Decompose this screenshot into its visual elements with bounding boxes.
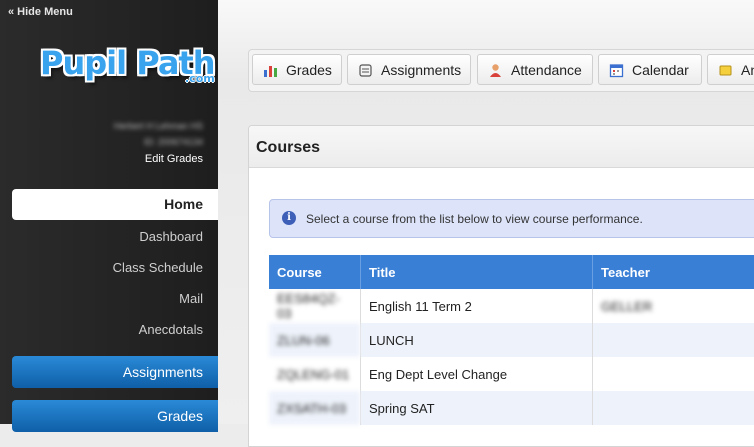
course-title[interactable]: Spring SAT — [361, 391, 593, 425]
nav-anecdotals[interactable]: Anecdotals — [139, 322, 203, 337]
pupilpath-logo[interactable]: Pupil Path .com — [40, 44, 215, 96]
toolbar: Grades Assignments Attendance — [248, 49, 754, 92]
student-school-name: Herbert H Lehman HS — [114, 121, 203, 131]
nav-dashboard[interactable]: Dashboard — [139, 229, 203, 244]
nav-section-assignments[interactable]: Assignments — [12, 356, 218, 388]
info-text: Select a course from the list below to v… — [306, 212, 643, 226]
logo-suffix: .com — [185, 72, 215, 85]
nav-section-grades[interactable]: Grades — [12, 400, 218, 432]
toolbar-grades-label: Grades — [286, 55, 332, 85]
sidebar: « Hide Menu Pupil Path .com Herbert H Le… — [0, 0, 218, 424]
table-row[interactable]: EES84QZ-03 English 11 Term 2 GELLER — [269, 289, 754, 323]
course-title[interactable]: English 11 Term 2 — [361, 289, 593, 323]
notebook-icon — [358, 63, 373, 78]
toolbar-assignments-label: Assignments — [381, 55, 461, 85]
course-teacher — [593, 391, 754, 425]
bar-chart-icon — [263, 63, 278, 78]
table-row[interactable]: ZQLENG-01 Eng Dept Level Change — [269, 357, 754, 391]
course-code: ZQLENG-01 — [269, 357, 361, 391]
course-title[interactable]: Eng Dept Level Change — [361, 357, 593, 391]
course-teacher — [593, 323, 754, 357]
courses-panel: Courses i Select a course from the list … — [248, 125, 754, 447]
panel-title: Courses — [256, 139, 320, 157]
edit-grades-link[interactable]: Edit Grades — [145, 153, 203, 165]
info-message: i Select a course from the list below to… — [269, 199, 754, 238]
course-code: EES84QZ-03 — [269, 289, 361, 323]
nav-home[interactable]: Home — [12, 189, 218, 220]
calendar-icon — [609, 63, 624, 78]
toolbar-calendar-label: Calendar — [632, 55, 689, 85]
toolbar-calendar-button[interactable]: Calendar — [598, 54, 702, 85]
course-teacher — [593, 357, 754, 391]
nav-mail[interactable]: Mail — [179, 291, 203, 306]
course-code: ZLUN-06 — [269, 323, 361, 357]
table-row[interactable]: ZLUN-06 LUNCH — [269, 323, 754, 357]
toolbar-anecdotals-button[interactable]: Anecdotals — [707, 54, 754, 85]
column-header-title[interactable]: Title — [361, 255, 593, 289]
panel-header: Courses — [249, 126, 754, 168]
nav-class-schedule[interactable]: Class Schedule — [113, 260, 203, 275]
table-row[interactable]: ZXSATH-03 Spring SAT — [269, 391, 754, 425]
toolbar-assignments-button[interactable]: Assignments — [347, 54, 471, 85]
person-icon — [488, 63, 503, 78]
column-header-teacher[interactable]: Teacher — [593, 255, 754, 289]
column-header-course[interactable]: Course — [269, 255, 361, 289]
toolbar-grades-button[interactable]: Grades — [252, 54, 342, 85]
hide-menu-link[interactable]: « Hide Menu — [8, 6, 73, 18]
course-code: ZXSATH-03 — [269, 391, 361, 425]
courses-table: Course Title Teacher EES84QZ-03 English … — [269, 255, 754, 425]
main-content: Grades Assignments Attendance — [218, 0, 754, 424]
course-teacher: GELLER — [593, 289, 754, 323]
table-header-row: Course Title Teacher — [269, 255, 754, 289]
info-icon: i — [282, 211, 296, 225]
toolbar-anecdotals-label: Anecdotals — [741, 55, 754, 85]
toolbar-attendance-label: Attendance — [511, 55, 582, 85]
toolbar-attendance-button[interactable]: Attendance — [477, 54, 593, 85]
course-title[interactable]: LUNCH — [361, 323, 593, 357]
student-id: ID: 200674134 — [144, 137, 203, 147]
note-icon — [718, 63, 733, 78]
